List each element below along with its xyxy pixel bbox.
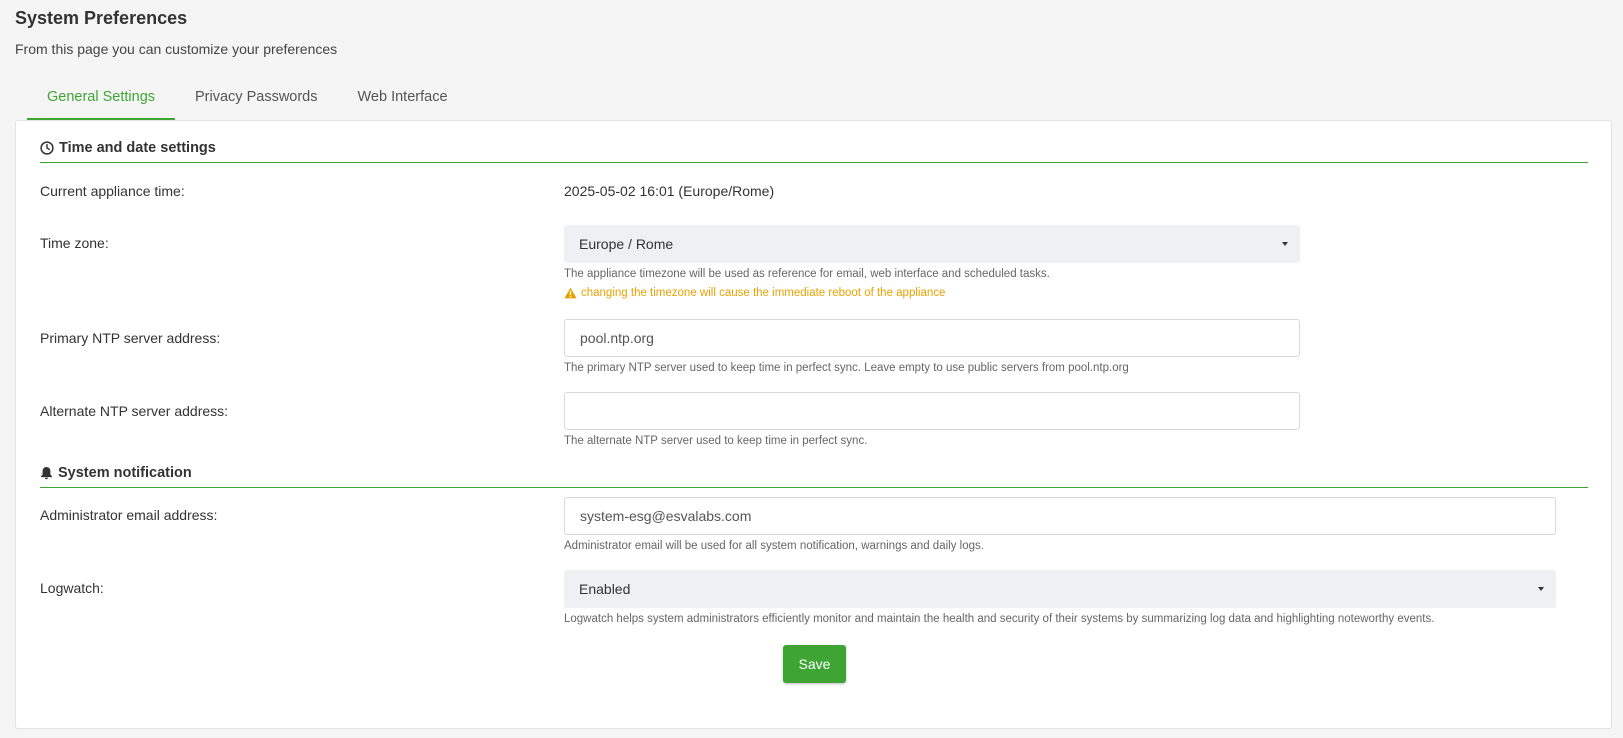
time-section-header: Time and date settings — [40, 140, 1588, 163]
logwatch-label: Logwatch: — [40, 580, 104, 596]
time-section-title: Time and date settings — [59, 140, 216, 156]
primary-ntp-help: The primary NTP server used to keep time… — [564, 362, 1129, 374]
timezone-help: The appliance timezone will be used as r… — [564, 268, 1050, 280]
admin-email-help: Administrator email will be used for all… — [564, 540, 984, 552]
page-subtitle: From this page you can customize your pr… — [15, 41, 338, 57]
clock-icon — [40, 141, 54, 155]
logwatch-select[interactable]: Enabled — [564, 570, 1556, 608]
timezone-label: Time zone: — [40, 235, 109, 251]
current-time-label: Current appliance time: — [40, 183, 185, 199]
settings-panel: Time and date settings Current appliance… — [15, 120, 1612, 729]
timezone-warning: changing the timezone will cause the imm… — [564, 287, 945, 299]
timezone-select-value: Europe / Rome — [579, 236, 674, 252]
alternate-ntp-label: Alternate NTP server address: — [40, 403, 229, 419]
tab-bar: General Settings Privacy Passwords Web I… — [27, 80, 468, 120]
primary-ntp-input[interactable] — [564, 319, 1300, 357]
tab-web-interface[interactable]: Web Interface — [338, 80, 468, 120]
alternate-ntp-help: The alternate NTP server used to keep ti… — [564, 435, 868, 447]
notification-section-title: System notification — [58, 465, 192, 481]
warning-icon — [564, 287, 577, 299]
admin-email-input[interactable] — [564, 497, 1556, 535]
tab-general-settings[interactable]: General Settings — [27, 80, 176, 120]
alternate-ntp-input[interactable] — [564, 392, 1300, 430]
timezone-select[interactable]: Europe / Rome — [564, 225, 1300, 263]
current-time-value: 2025-05-02 16:01 (Europe/Rome) — [564, 183, 775, 199]
chevron-down-icon — [1538, 587, 1544, 591]
timezone-warning-text: changing the timezone will cause the imm… — [581, 287, 946, 299]
admin-email-label: Administrator email address: — [40, 507, 218, 523]
primary-ntp-label: Primary NTP server address: — [40, 330, 221, 346]
chevron-down-icon — [1282, 242, 1288, 246]
tab-privacy-passwords[interactable]: Privacy Passwords — [175, 80, 337, 120]
logwatch-select-value: Enabled — [579, 581, 631, 597]
notification-section-header: System notification — [40, 465, 1588, 488]
bell-icon — [40, 466, 53, 480]
logwatch-help: Logwatch helps system administrators eff… — [564, 613, 1435, 625]
page-title: System Preferences — [15, 8, 188, 28]
save-button[interactable]: Save — [783, 645, 846, 683]
